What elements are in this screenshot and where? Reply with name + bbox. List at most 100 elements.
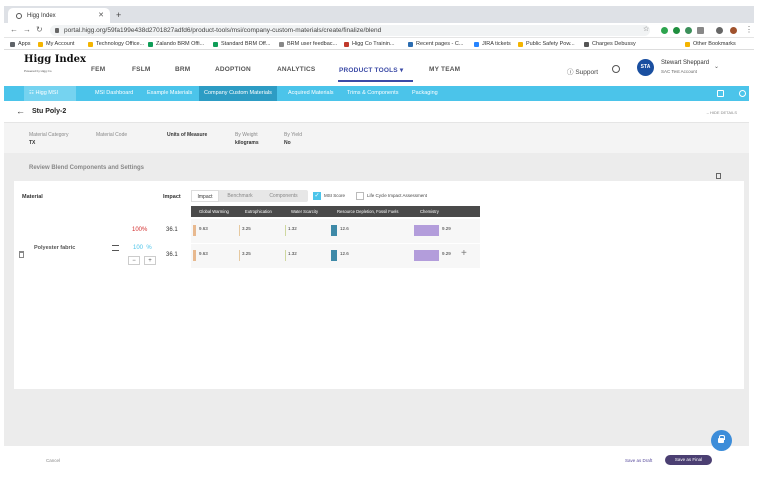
cell-value: 1.32 xyxy=(288,226,297,231)
subnav-trims-components[interactable]: Trims & Components xyxy=(342,86,403,101)
footer-bar: Cancel Save as Draft Save as Final xyxy=(4,446,749,478)
cell-value: 1.32 xyxy=(288,251,297,256)
hide-details-button[interactable]: – HIDE DETAILS xyxy=(707,110,737,115)
bookmark-item[interactable]: Other Bookmarks xyxy=(685,41,736,47)
subnav-higg-msi[interactable]: ☷ Higg MSI xyxy=(24,86,76,101)
menu-dots-icon[interactable]: ⋮ xyxy=(745,25,753,34)
material-percentage[interactable]: 100 % xyxy=(133,245,152,251)
msi-score-checkbox[interactable]: ✓ xyxy=(313,192,321,200)
cell-value: 12.6 xyxy=(340,226,349,231)
cell-value: 12.6 xyxy=(340,251,349,256)
bar-water-scarcity xyxy=(285,250,286,261)
increase-button[interactable]: + xyxy=(144,256,156,265)
reload-icon[interactable]: ↻ xyxy=(36,25,43,34)
bookmark-item[interactable]: BRM user feedbac... xyxy=(279,41,337,47)
bookmark-item[interactable]: Standard BRM Off... xyxy=(213,41,270,47)
impact-header: Impact xyxy=(163,194,181,200)
settings-sliders-icon[interactable] xyxy=(112,245,119,251)
chevron-down-icon[interactable]: ⌄ xyxy=(714,63,719,70)
bookmark-item[interactable]: Charges Debussy xyxy=(584,41,636,47)
app-header: Higg Index Powered by Higg Co FEM FSLM BR… xyxy=(4,50,744,86)
subnav-msi-dashboard[interactable]: MSI Dashboard xyxy=(90,86,138,101)
col-eutrophication: Eutrophication xyxy=(245,209,272,214)
browser-tab[interactable]: Higg Index ✕ xyxy=(8,8,110,23)
col-global-warming: Global Warming xyxy=(199,209,229,214)
help-icon[interactable] xyxy=(739,90,746,97)
extension-icon[interactable] xyxy=(661,27,668,34)
subnav-example-materials[interactable]: Example Materials xyxy=(142,86,197,101)
add-component-icon[interactable]: + xyxy=(461,248,467,259)
meta-label: By Yield xyxy=(284,132,303,138)
msi-score-label: MSI Score xyxy=(324,193,346,198)
lock-button[interactable] xyxy=(711,430,732,451)
bookmark-item[interactable]: JIRA tickets xyxy=(474,41,511,47)
nav-fem[interactable]: FEM xyxy=(91,66,105,73)
nav-adoption[interactable]: ADOPTION xyxy=(215,66,251,73)
nav-brm[interactable]: BRM xyxy=(175,66,190,73)
support-link[interactable]: ⓘ Support xyxy=(567,66,598,76)
bookmark-item[interactable]: Higg Co Trainin... xyxy=(344,41,395,47)
forward-icon[interactable]: → xyxy=(23,25,31,34)
save-draft-button[interactable]: Save as Draft xyxy=(625,458,652,463)
higg-logo[interactable]: Higg Index Powered by Higg Co xyxy=(24,55,86,76)
tab-title: Higg Index xyxy=(27,12,56,19)
globe-icon[interactable] xyxy=(612,65,620,73)
bookmark-item[interactable]: Public Safety Pow... xyxy=(518,41,575,47)
bar-eutrophication xyxy=(239,250,240,261)
back-icon[interactable]: ← xyxy=(10,25,18,34)
avatar[interactable]: STA xyxy=(637,59,654,76)
extension-icon[interactable] xyxy=(697,27,704,34)
lca-label: Life Cycle Impact Assessment xyxy=(367,193,428,198)
material-details: Material Category TX Material Code Units… xyxy=(4,123,749,153)
bookmark-item[interactable]: Recent pages - C... xyxy=(408,41,463,47)
close-tab-icon[interactable]: ✕ xyxy=(98,11,104,19)
nav-analytics[interactable]: ANALYTICS xyxy=(277,66,315,73)
bookmark-item[interactable]: Technology Office... xyxy=(88,41,144,47)
review-title: Review Blend Components and Settings xyxy=(29,165,145,171)
meta-label: Material Code xyxy=(96,132,128,138)
cancel-button[interactable]: Cancel xyxy=(46,458,60,463)
bookmark-item[interactable]: Zalando BRM Offi... xyxy=(148,41,204,47)
subnav-packaging[interactable]: Packaging xyxy=(407,86,443,101)
page-title: Stu Poly-2 xyxy=(32,108,67,115)
back-arrow-icon[interactable]: ← xyxy=(16,106,25,116)
lca-checkbox[interactable] xyxy=(356,192,364,200)
puzzle-icon[interactable] xyxy=(716,27,723,34)
higg-favicon-icon xyxy=(16,12,22,19)
blend-card: Material Impact Impact Benchmark Compone… xyxy=(14,181,744,389)
bookmark-item[interactable]: My Account xyxy=(38,41,74,47)
trash-icon[interactable] xyxy=(19,251,24,258)
tab-benchmark[interactable]: Benchmark xyxy=(221,190,259,202)
extension-icon[interactable] xyxy=(685,27,692,34)
bar-global-warming xyxy=(193,225,196,236)
view-toggle[interactable] xyxy=(716,166,727,197)
extension-icon[interactable] xyxy=(673,27,680,34)
tab-components[interactable]: Components xyxy=(261,190,306,202)
star-icon[interactable]: ☆ xyxy=(643,25,649,33)
bar-chemistry xyxy=(414,250,439,261)
nav-product-tools[interactable]: PRODUCT TOOLS ▾ xyxy=(339,66,403,74)
url-text: portal.higg.org/59fa199e438d2701827adfd6… xyxy=(64,27,382,34)
bar-resource-depletion xyxy=(331,250,337,261)
decrease-button[interactable]: − xyxy=(128,256,140,265)
address-bar[interactable]: portal.higg.org/59fa199e438d2701827adfd6… xyxy=(50,25,650,36)
profile-icon[interactable] xyxy=(730,27,737,34)
material-name: Polyester fabric xyxy=(34,245,76,251)
tab-impact[interactable]: Impact xyxy=(191,190,219,202)
nav-my-team[interactable]: MY TEAM xyxy=(429,66,460,73)
user-name[interactable]: Stewart Sheppard xyxy=(661,60,709,66)
subnav-acquired-materials[interactable]: Acquired Materials xyxy=(283,86,339,101)
cell-value: 9.29 xyxy=(442,226,451,231)
meta-value: No xyxy=(284,140,291,146)
row-impact: 36.1 xyxy=(166,227,178,233)
nav-fslm[interactable]: FSLM xyxy=(132,66,151,73)
col-chemistry: Chemistry xyxy=(420,209,439,214)
save-final-button[interactable]: Save as Final xyxy=(665,455,712,465)
browser-toolbar: ← → ↻ portal.higg.org/59fa199e438d270182… xyxy=(4,23,754,38)
export-icon[interactable] xyxy=(717,90,724,97)
page-title-bar: ← Stu Poly-2 – HIDE DETAILS xyxy=(4,101,749,123)
new-tab-icon[interactable]: + xyxy=(116,10,121,20)
subnav-company-custom-materials[interactable]: Company Custom Materials xyxy=(199,86,277,101)
bookmark-apps[interactable]: Apps xyxy=(10,41,31,47)
table-row: 9.63 3.25 1.32 12.6 9.29 xyxy=(191,219,480,243)
